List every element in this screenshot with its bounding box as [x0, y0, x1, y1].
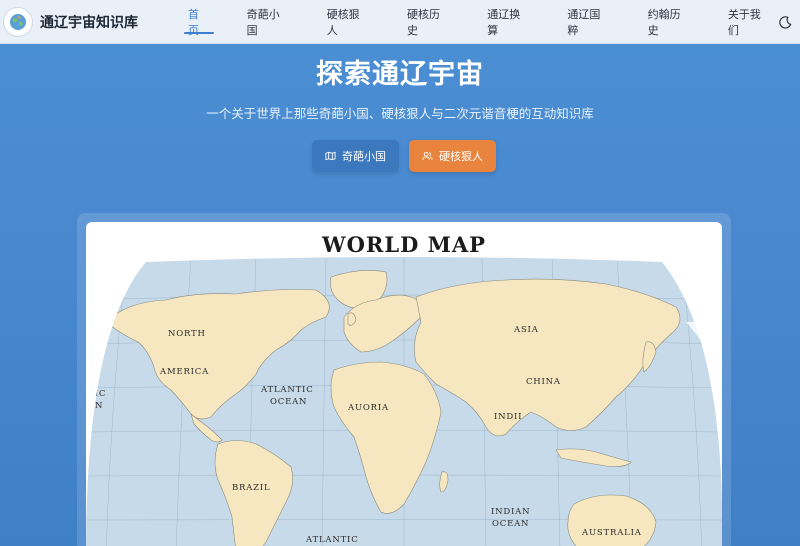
map-label-auoria: AUORIA — [347, 403, 389, 413]
map-label-china: CHINA — [526, 377, 561, 387]
nav-link-tongliao-culture[interactable]: 通辽国粹 — [559, 0, 618, 44]
map-label-ocean-2: OCEAN — [492, 519, 529, 529]
map-label-pacific: FIC — [88, 389, 106, 399]
weird-countries-button[interactable]: 奇葩小国 — [312, 140, 399, 172]
map-title: WORLD MAP — [322, 232, 486, 257]
brand[interactable]: 通辽宇宙知识库 — [4, 7, 138, 36]
nav-link-home[interactable]: 首页 — [180, 0, 218, 44]
map-label-ocean-1: OCEAN — [270, 397, 307, 407]
hero-title: 探索通辽宇宙 — [316, 59, 484, 90]
hardcore-people-button-label: 硬核狠人 — [439, 150, 483, 163]
map-icon — [325, 151, 336, 161]
globe-icon — [4, 7, 32, 36]
nav-link-about[interactable]: 关于我们 — [720, 0, 779, 44]
nav-link-john-history[interactable]: 约翰历史 — [640, 0, 699, 44]
nav-link-hardcore-history[interactable]: 硬核历史 — [399, 0, 458, 44]
map-label-indii: INDII — [494, 412, 522, 422]
map-label-asia: ASIA — [513, 325, 539, 335]
nav-link-weird-countries[interactable]: 奇葩小国 — [239, 0, 298, 44]
map-label-indian: INDIAN — [491, 507, 530, 517]
nav-links: 首页 奇葩小国 硬核狠人 硬核历史 通辽换算 通辽国粹 约翰历史 关于我们 — [180, 0, 800, 44]
users-icon — [422, 151, 433, 160]
map-label-north: NORTH — [168, 329, 206, 339]
map-label-atlantic-1: ATLANTIC — [260, 385, 314, 395]
moon-icon[interactable] — [776, 13, 794, 31]
map-label-atlantic-2: ATLANTIC — [305, 535, 359, 545]
weird-countries-button-label: 奇葩小国 — [342, 150, 386, 163]
map-label-america: AMERICA — [159, 367, 209, 377]
hardcore-people-button[interactable]: 硬核狠人 — [409, 140, 496, 172]
world-map: NORTH AMERICA ATLANTIC OCEAN FIC AN AUOR… — [86, 257, 722, 546]
map-label-brazil: BRAZIL — [232, 483, 271, 493]
site-title: 通辽宇宙知识库 — [40, 14, 138, 31]
nav-link-tongliao-convert[interactable]: 通辽换算 — [479, 0, 538, 44]
world-map-card: NORTH AMERICA ATLANTIC OCEAN FIC AN AUOR… — [86, 222, 722, 546]
top-navbar: 通辽宇宙知识库 首页 奇葩小国 硬核狠人 硬核历史 通辽换算 通辽国粹 约翰历史… — [0, 0, 800, 44]
nav-link-hardcore-people[interactable]: 硬核狠人 — [319, 0, 378, 44]
map-label-australia: AUSTRALIA — [581, 528, 642, 538]
map-label-pacific-2: AN — [87, 401, 103, 411]
hero-subtitle: 一个关于世界上那些奇葩小国、硬核狠人与二次元谐音梗的互动知识库 — [206, 106, 594, 121]
